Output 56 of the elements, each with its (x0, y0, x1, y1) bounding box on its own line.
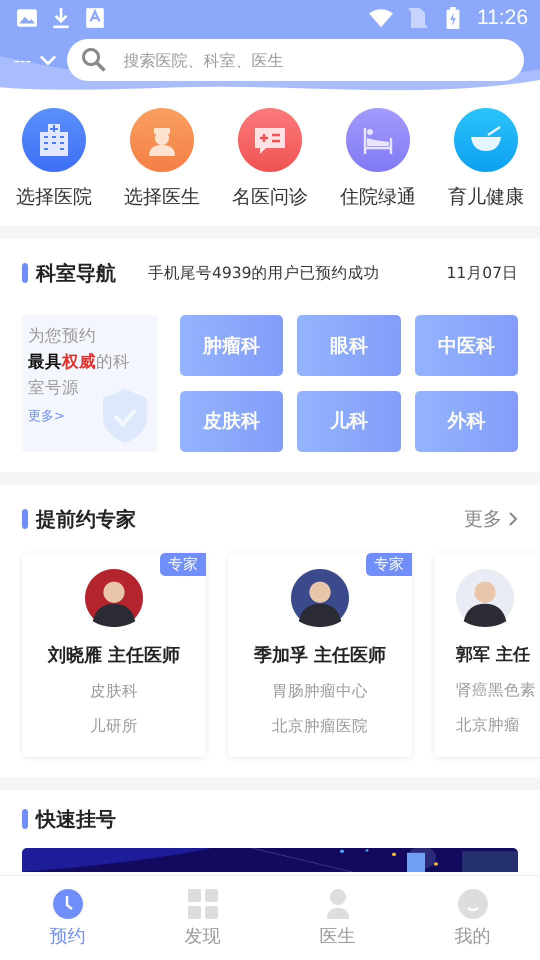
promo-text: 为您预约 最具权威的科室号源 (28, 325, 131, 399)
search-icon (81, 47, 108, 73)
location-dropdown[interactable]: --- (14, 50, 58, 70)
booking-notice: 手机尾号4939的用户已预约成功 (148, 262, 380, 284)
doctor-name: 刘晓雁 主任医师 (48, 644, 180, 667)
section-marker (22, 509, 28, 529)
doctor-avatar (291, 569, 349, 627)
wifi-icon (369, 7, 393, 29)
expert-badge: 专家 (160, 553, 206, 576)
doctor-hospital: 北京肿瘤医院 (272, 716, 368, 737)
chevron-down-icon (39, 54, 58, 66)
tab-bar-item[interactable]: 发现 (135, 876, 270, 960)
section-marker (22, 809, 28, 829)
quick-action-label: 名医问诊 (232, 185, 308, 210)
clock-icon (52, 888, 84, 920)
department-button[interactable]: 中医科 (414, 315, 518, 376)
section-title: 科室导航 (36, 260, 116, 286)
search-bar[interactable]: 搜索医院、科室、医生 (67, 39, 524, 81)
more-link[interactable]: 更多> (28, 407, 65, 425)
doctor-department: 肾癌黑色素 (456, 680, 536, 701)
doctor-hospital: 儿研所 (90, 716, 138, 737)
tab-bar-item[interactable]: 我的 (405, 876, 540, 960)
chevron-right-icon (508, 511, 518, 527)
doctor-name: 郭军 主任 (456, 644, 530, 666)
clock-time: 11:26 (477, 6, 528, 30)
smile-icon (456, 888, 488, 920)
more-link[interactable]: 更多 (464, 506, 518, 532)
quick-action-label: 住院绿通 (340, 185, 416, 210)
section-title: 快速挂号 (36, 806, 116, 832)
expert-badge: 专家 (366, 553, 412, 576)
image-icon (16, 7, 38, 29)
department-button[interactable]: 外科 (414, 390, 518, 452)
quick-action-label: 育儿健康 (448, 185, 524, 210)
doctor-card[interactable]: 郭军 主任 肾癌黑色素 北京肿瘤 (434, 553, 540, 757)
department-button[interactable]: 儿科 (297, 390, 401, 452)
tab-bar-item[interactable]: 预约 (0, 876, 135, 960)
quick-action-label: 选择医院 (16, 185, 92, 210)
doctor-department: 皮肤科 (90, 681, 138, 702)
quick-action-label: 选择医生 (124, 185, 200, 210)
doctor-card[interactable]: 专家 刘晓雁 主任医师 皮肤科 儿研所 (22, 553, 206, 757)
doctor-avatar (456, 569, 514, 627)
tab-bar-item[interactable]: 医生 (270, 876, 405, 960)
notice-date: 11月07日 (446, 262, 518, 284)
doctor-department: 胃肠肿瘤中心 (272, 681, 368, 702)
doctor-hospital: 北京肿瘤 (456, 715, 520, 736)
department-button[interactable]: 肿瘤科 (180, 315, 284, 376)
doctor-avatar (85, 569, 143, 627)
doctor-card[interactable]: 专家 季加孚 主任医师 胃肠肿瘤中心 北京肿瘤医院 (228, 553, 412, 757)
doctor-name: 季加孚 主任医师 (254, 644, 386, 667)
department-button[interactable]: 皮肤科 (180, 390, 284, 452)
text-icon (84, 7, 106, 29)
section-title: 提前约专家 (36, 506, 136, 532)
section-marker (22, 263, 28, 283)
grid-icon (186, 888, 218, 920)
search-field[interactable]: 搜索医院、科室、医生 (121, 50, 510, 70)
department-button[interactable]: 眼科 (297, 315, 401, 376)
